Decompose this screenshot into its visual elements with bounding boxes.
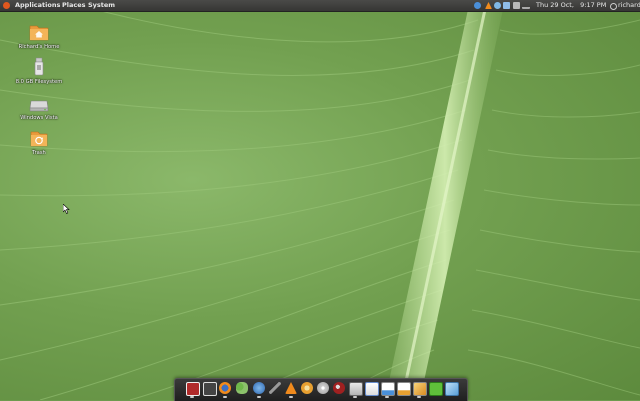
vlc-icon[interactable] — [285, 382, 297, 394]
running-indicator — [417, 396, 421, 398]
desktop-icon-label: Richard's Home — [18, 44, 60, 50]
network-icon[interactable] — [474, 2, 481, 9]
desktop-icon-trash[interactable]: Trash — [9, 128, 69, 156]
rhythmbox-icon[interactable] — [301, 382, 313, 394]
terminal-icon[interactable] — [186, 382, 200, 396]
trash-icon — [29, 128, 49, 148]
dock — [174, 378, 468, 401]
hard-drive-icon — [29, 93, 49, 113]
mouse-cursor-icon — [63, 204, 70, 214]
running-indicator — [289, 396, 293, 398]
vlc-tray-icon[interactable] — [485, 2, 492, 9]
user-status-icon[interactable] — [503, 2, 510, 9]
clock[interactable]: Thu 29 Oct, 9:17 PM — [536, 0, 606, 11]
signal-icon[interactable] — [522, 2, 530, 9]
home-folder-icon — [29, 22, 49, 42]
ubuntu-logo-icon[interactable] — [3, 2, 10, 9]
running-indicator — [353, 396, 357, 398]
workspace-switcher-icon[interactable] — [203, 382, 217, 396]
applications-menu[interactable]: Applications — [15, 0, 60, 11]
desktop-icon-windows-vista[interactable]: Windows Vista — [9, 93, 69, 121]
running-indicator — [190, 396, 194, 398]
desktop-icon-home[interactable]: Richard's Home — [9, 22, 69, 50]
files-icon[interactable] — [349, 382, 363, 396]
pidgin-icon[interactable] — [236, 382, 248, 394]
firefox-icon[interactable] — [219, 382, 231, 394]
system-menu[interactable]: System — [88, 0, 115, 11]
running-indicator — [385, 396, 389, 398]
presentation-icon[interactable] — [397, 382, 411, 396]
bluetooth-icon[interactable] — [494, 2, 501, 9]
disc-burner-icon[interactable] — [317, 382, 329, 394]
desktop-icon-label: 8.0 GB Filesystem — [15, 79, 63, 85]
user-name[interactable]: richard — [618, 0, 640, 11]
blue-globe-icon[interactable] — [253, 382, 265, 394]
wrench-tool-icon[interactable] — [269, 382, 281, 394]
running-indicator — [223, 396, 227, 398]
desktop-icon-filesystem[interactable]: 8.0 GB Filesystem — [9, 57, 69, 85]
places-menu[interactable]: Places — [62, 0, 86, 11]
volume-icon[interactable] — [513, 2, 520, 9]
desktop-wallpaper — [0, 0, 640, 400]
document-editor-icon[interactable] — [365, 382, 379, 396]
usb-drive-icon — [29, 57, 49, 77]
drawing-icon[interactable] — [413, 382, 427, 396]
archive-box-icon[interactable] — [445, 382, 459, 396]
desktop-icon-label: Trash — [32, 150, 46, 156]
spreadsheet-icon[interactable] — [381, 382, 395, 396]
checkbox-app-icon[interactable] — [429, 382, 443, 396]
running-indicator — [257, 396, 261, 398]
gimp-icon[interactable] — [333, 382, 345, 394]
power-icon[interactable] — [610, 3, 617, 10]
top-panel: Applications Places System Thu 29 Oct, 9… — [0, 0, 640, 12]
desktop-icon-label: Windows Vista — [20, 115, 58, 121]
